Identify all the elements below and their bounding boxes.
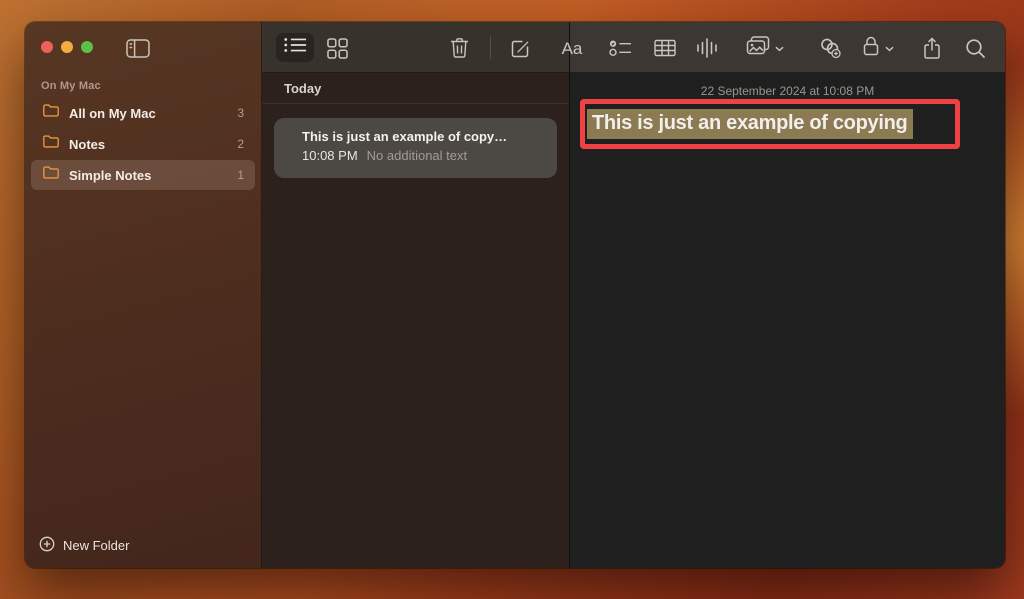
- zoom-window-button[interactable]: [81, 41, 93, 53]
- table-icon: [654, 39, 676, 57]
- search-icon: [965, 38, 986, 59]
- selected-note-title-text[interactable]: This is just an example of copying: [587, 109, 913, 139]
- search-button[interactable]: [963, 36, 987, 60]
- new-folder-button[interactable]: New Folder: [39, 536, 129, 555]
- editor-pane: 22 September 2024 at 10:08 PM This is ju…: [570, 22, 1005, 568]
- red-annotation-rectangle: This is just an example of copying: [580, 99, 960, 149]
- folder-icon: [42, 103, 60, 123]
- folder-label: All on My Mac: [69, 106, 156, 121]
- folder-icon: [42, 134, 60, 154]
- sidebar-item-all-on-my-mac[interactable]: All on My Mac 3: [31, 98, 255, 128]
- traffic-lights: [41, 41, 93, 53]
- table-button[interactable]: [653, 36, 677, 60]
- note-item-title: This is just an example of copy…: [302, 129, 547, 144]
- format-button[interactable]: Aa: [556, 36, 588, 60]
- chevron-down-icon: [885, 39, 894, 57]
- folder-count: 2: [237, 137, 244, 151]
- share-icon: [923, 37, 941, 60]
- note-item-preview: No additional text: [367, 148, 467, 163]
- minimize-window-button[interactable]: [61, 41, 73, 53]
- sidebar-section-header: On My Mac: [41, 80, 101, 92]
- lock-button[interactable]: [862, 36, 894, 60]
- plus-circle-icon: [39, 536, 55, 555]
- desktop-wallpaper: On My Mac All on My Mac 3: [0, 0, 1024, 599]
- toolbar: Aa: [262, 22, 1005, 73]
- media-button[interactable]: [746, 36, 784, 60]
- lock-icon: [862, 35, 880, 62]
- list-view-icon: [283, 36, 307, 59]
- notes-app-window: On My Mac All on My Mac 3: [25, 22, 1005, 568]
- sidebar-folder-list: All on My Mac 3 Notes 2: [31, 98, 255, 191]
- compose-icon: [510, 38, 531, 59]
- note-date-line: 22 September 2024 at 10:08 PM: [570, 84, 1005, 98]
- add-link-button[interactable]: [818, 36, 842, 60]
- note-list-item[interactable]: This is just an example of copy… 10:08 P…: [274, 118, 557, 178]
- note-item-time: 10:08 PM: [302, 148, 358, 163]
- folder-label: Notes: [69, 137, 105, 152]
- toolbar-divider: [490, 36, 491, 59]
- close-window-button[interactable]: [41, 41, 53, 53]
- note-list-pane: Today This is just an example of copy… 1…: [262, 22, 570, 568]
- media-photos-icon: [746, 35, 770, 61]
- trash-icon: [450, 37, 469, 59]
- gallery-view-icon: [327, 38, 348, 59]
- audio-waveform-icon: [696, 37, 718, 59]
- share-button[interactable]: [920, 36, 944, 60]
- format-aa-label: Aa: [562, 40, 583, 57]
- sidebar-item-notes[interactable]: Notes 2: [31, 129, 255, 159]
- audio-button[interactable]: [695, 36, 719, 60]
- folder-count: 3: [237, 106, 244, 120]
- section-header: Today: [284, 81, 321, 96]
- note-list-section: Today: [262, 73, 569, 104]
- new-folder-label: New Folder: [63, 538, 129, 553]
- delete-note-button[interactable]: [447, 36, 471, 60]
- list-view-button[interactable]: [276, 33, 314, 62]
- link-icon: [819, 37, 842, 59]
- folder-count: 1: [237, 168, 244, 182]
- note-editor[interactable]: 22 September 2024 at 10:08 PM This is ju…: [570, 73, 1005, 567]
- sidebar: On My Mac All on My Mac 3: [25, 22, 262, 568]
- checklist-icon: [609, 39, 632, 57]
- folder-label: Simple Notes: [69, 168, 151, 183]
- sidebar-item-simple-notes[interactable]: Simple Notes 1: [31, 160, 255, 190]
- compose-note-button[interactable]: [508, 36, 532, 60]
- gallery-view-button[interactable]: [325, 36, 349, 60]
- checklist-button[interactable]: [608, 36, 632, 60]
- sidebar-toggle-icon[interactable]: [125, 37, 151, 59]
- chevron-down-icon: [775, 39, 784, 57]
- folder-icon: [42, 165, 60, 185]
